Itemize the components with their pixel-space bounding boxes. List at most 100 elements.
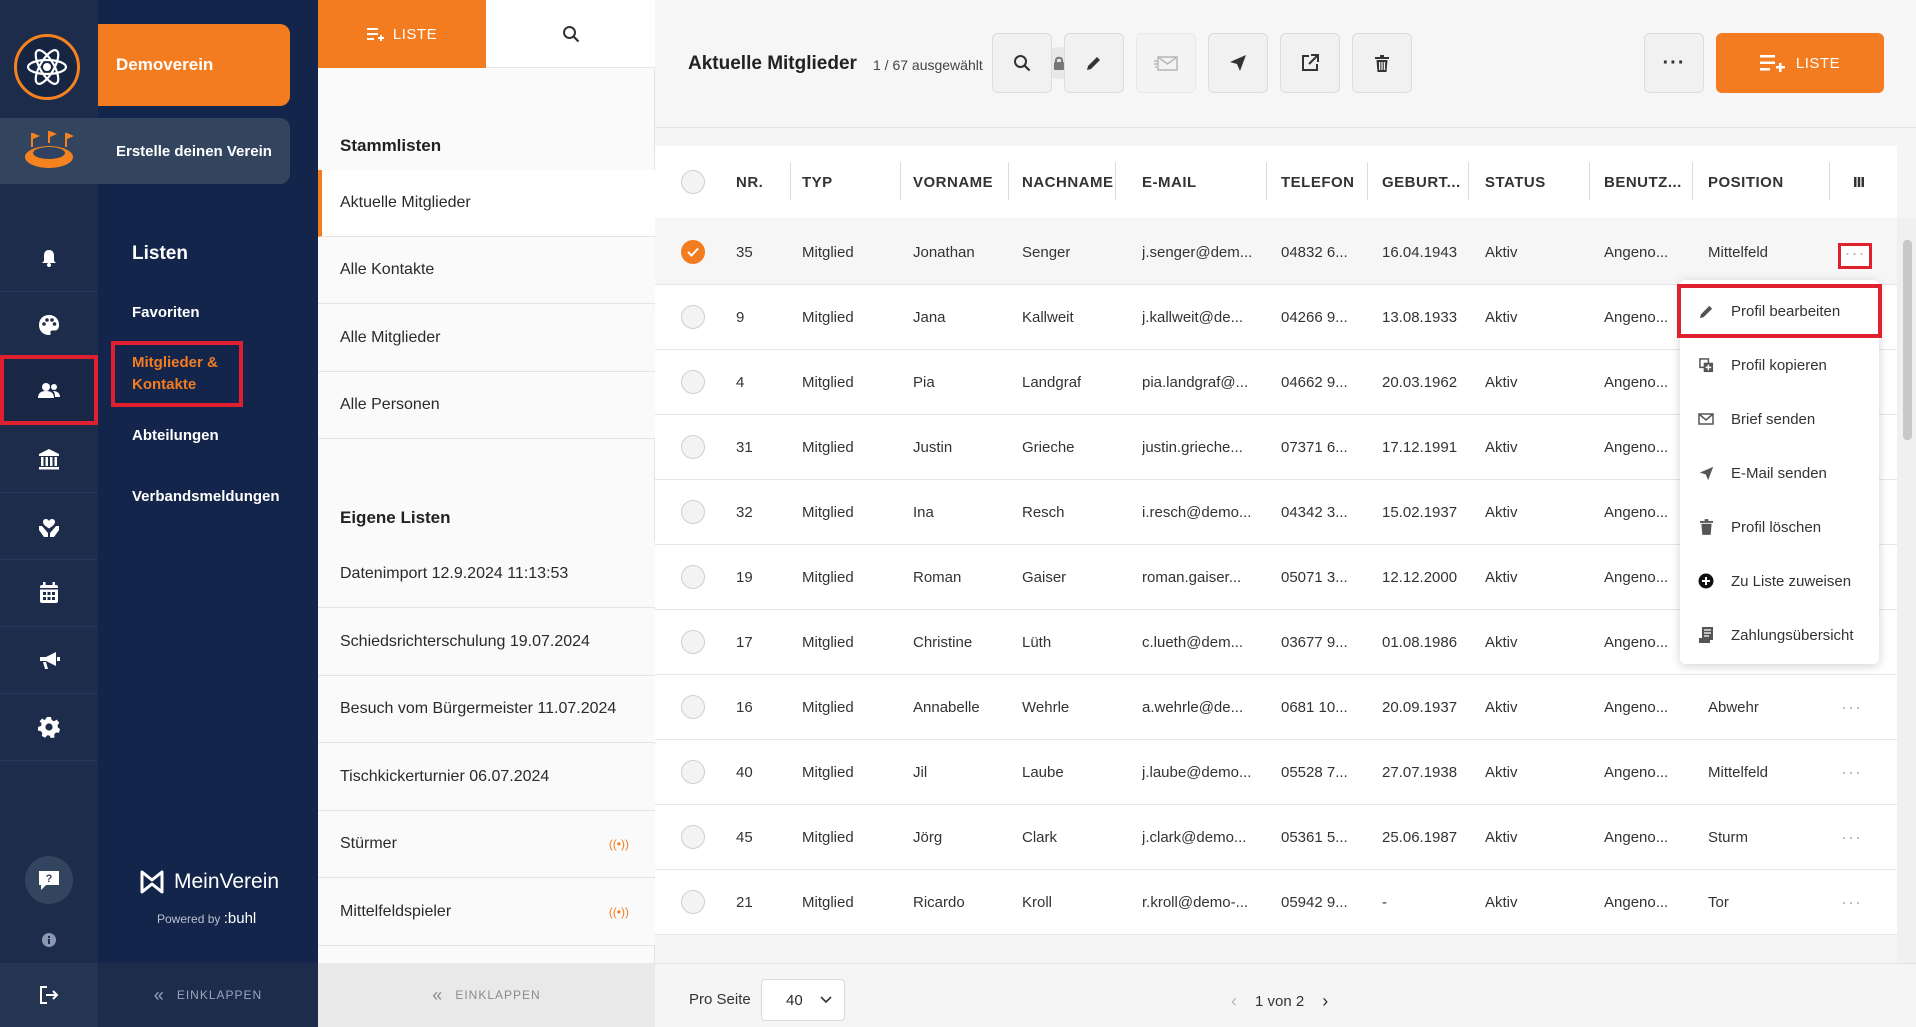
toolbar-export-button[interactable] [1280,33,1340,93]
nav-item-favoriten[interactable]: Favoriten [132,304,200,321]
column-header-typ[interactable]: TYP [802,146,833,218]
bank-icon[interactable] [0,426,98,493]
column-header-vorname[interactable]: VORNAME [913,146,993,218]
toolbar-edit-button[interactable] [1064,33,1124,93]
info-icon[interactable] [0,928,98,952]
list-item-schiedsrichterschulung[interactable]: Schiedsrichterschulung 19.07.2024 [318,609,655,676]
list-item-mittelfeldspieler[interactable]: Mittelfeldspieler ((•)) [318,879,655,946]
list-item-besuch-buergermeister[interactable]: Besuch vom Bürgermeister 11.07.2024 [318,676,655,743]
column-header-email[interactable]: E-MAIL [1142,146,1197,218]
menu-item-email-senden[interactable]: E-Mail senden [1680,446,1879,500]
table-row[interactable]: 21 Mitglied Ricardo Kroll r.kroll@demo-.… [655,870,1897,935]
table-row[interactable]: 45 Mitglied Jörg Clark j.clark@demo... 0… [655,805,1897,870]
stadium-icon[interactable] [0,118,98,184]
column-settings-icon[interactable] [1853,146,1865,218]
column-header-position[interactable]: POSITION [1708,146,1784,218]
club-name-button[interactable]: Demoverein [98,24,290,106]
menu-item-profil-kopieren[interactable]: Profil kopieren [1680,338,1879,392]
previous-page-chevron-left-icon[interactable]: ‹ [1231,991,1237,1012]
nav-item-verbandsmeldungen[interactable]: Verbandsmeldungen [132,488,280,505]
column-divider[interactable] [1589,162,1590,200]
row-checkbox[interactable] [681,695,705,719]
row-checkbox[interactable] [681,435,705,459]
menu-item-zu-liste-zuweisen[interactable]: Zu Liste zuweisen [1680,554,1879,608]
column-divider[interactable] [1115,162,1116,200]
row-actions-button-highlight[interactable]: ··· [1838,243,1872,269]
next-page-chevron-right-icon[interactable]: › [1322,991,1328,1012]
notifications-bell-icon[interactable] [0,225,98,292]
column-header-nr[interactable]: NR. [736,146,763,218]
palette-icon[interactable] [0,292,98,359]
column-divider[interactable] [1468,162,1469,200]
toolbar-letter-button[interactable] [1136,33,1196,93]
column-header-geburtsdatum[interactable]: GEBURT... [1382,146,1461,218]
nav-item-mitglieder-kontakte[interactable]: Mitglieder & Kontakte [132,352,218,396]
column-divider[interactable] [790,162,791,200]
list-item-alle-kontakte[interactable]: Alle Kontakte [318,237,655,304]
list-item-datenimport[interactable]: Datenimport 12.9.2024 11:13:53 [318,541,655,608]
tab-search[interactable] [486,0,655,68]
toolbar-delete-button[interactable] [1352,33,1412,93]
row-actions-more-icon[interactable]: ··· [1841,675,1862,740]
members-users-icon[interactable] [0,355,98,425]
list-item-aktuelle-mitglieder[interactable]: Aktuelle Mitglieder [318,170,655,237]
column-header-telefon[interactable]: TELEFON [1281,146,1355,218]
create-club-button[interactable]: Erstelle deinen Verein [98,118,290,184]
column-divider[interactable] [1829,162,1830,200]
table-row[interactable]: 35 Mitglied Jonathan Senger j.senger@dem… [655,220,1897,285]
row-checkbox[interactable] [681,500,705,524]
column-header-nachname[interactable]: NACHNAME [1022,146,1114,218]
heart-hands-icon[interactable] [0,493,98,560]
logout-icon[interactable] [0,963,98,1027]
menu-item-brief-senden[interactable]: Brief senden [1680,392,1879,446]
megaphone-icon[interactable] [0,627,98,694]
list-item-stuermer[interactable]: Stürmer ((•)) [318,811,655,878]
new-list-button[interactable]: LISTE [1716,33,1884,93]
menu-item-profil-bearbeiten[interactable]: Profil bearbeiten [1677,284,1882,338]
menu-item-zahlungsuebersicht[interactable]: Zahlungsübersicht [1680,608,1879,662]
toolbar-more-button[interactable]: ··· [1644,33,1704,93]
menu-item-profil-loeschen[interactable]: Profil löschen [1680,500,1879,554]
nav-item-abteilungen[interactable]: Abteilungen [132,427,219,444]
row-checkbox[interactable] [681,565,705,589]
column-divider[interactable] [1266,162,1267,200]
row-actions-more-icon[interactable]: ··· [1841,870,1862,935]
row-checkbox[interactable] [681,305,705,329]
row-checkbox[interactable] [681,370,705,394]
per-page-select[interactable]: 40 [761,979,845,1021]
row-actions-more-icon[interactable]: ··· [1841,740,1862,805]
collapse-lists-button[interactable]: « EINKLAPPEN [318,963,655,1027]
toolbar-search-button[interactable] [992,33,1052,93]
select-all-checkbox[interactable] [681,170,705,194]
column-divider[interactable] [1692,162,1693,200]
column-divider[interactable] [1008,162,1009,200]
cell-geburtsdatum: 25.06.1987 [1382,829,1458,846]
column-header-benutzer[interactable]: BENUTZ... [1604,146,1682,218]
table-row[interactable]: 16 Mitglied Annabelle Wehrle a.wehrle@de… [655,675,1897,740]
row-checkbox[interactable] [681,630,705,654]
row-checkbox[interactable] [681,825,705,849]
collapse-nav-button[interactable]: « EINKLAPPEN [98,963,318,1027]
column-divider[interactable] [900,162,901,200]
row-checkbox[interactable] [681,760,705,784]
settings-gear-icon[interactable] [0,694,98,761]
club-logo-icon[interactable] [14,34,80,100]
scrollbar-thumb[interactable] [1903,240,1912,440]
table-row[interactable]: 40 Mitglied Jil Laube j.laube@demo... 05… [655,740,1897,805]
toolbar-send-email-button[interactable] [1208,33,1268,93]
cell-position: Sturm [1708,829,1749,846]
table-scrollbar[interactable] [1897,218,1916,963]
row-checkbox[interactable] [681,240,705,264]
list-item-alle-personen[interactable]: Alle Personen [318,372,655,439]
tab-liste[interactable]: LISTE [318,0,486,68]
calendar-icon[interactable] [0,560,98,627]
row-actions-more-icon[interactable]: ··· [1841,805,1862,870]
help-chat-icon[interactable]: ? [0,854,98,906]
cell-nachname: Kroll [1022,894,1053,911]
column-divider[interactable] [1367,162,1368,200]
column-header-status[interactable]: STATUS [1485,146,1546,218]
row-checkbox[interactable] [681,890,705,914]
list-item-alle-mitglieder[interactable]: Alle Mitglieder [318,305,655,372]
list-item-tischkickerturnier[interactable]: Tischkickerturnier 06.07.2024 [318,744,655,811]
cell-status: Aktiv [1485,699,1518,716]
